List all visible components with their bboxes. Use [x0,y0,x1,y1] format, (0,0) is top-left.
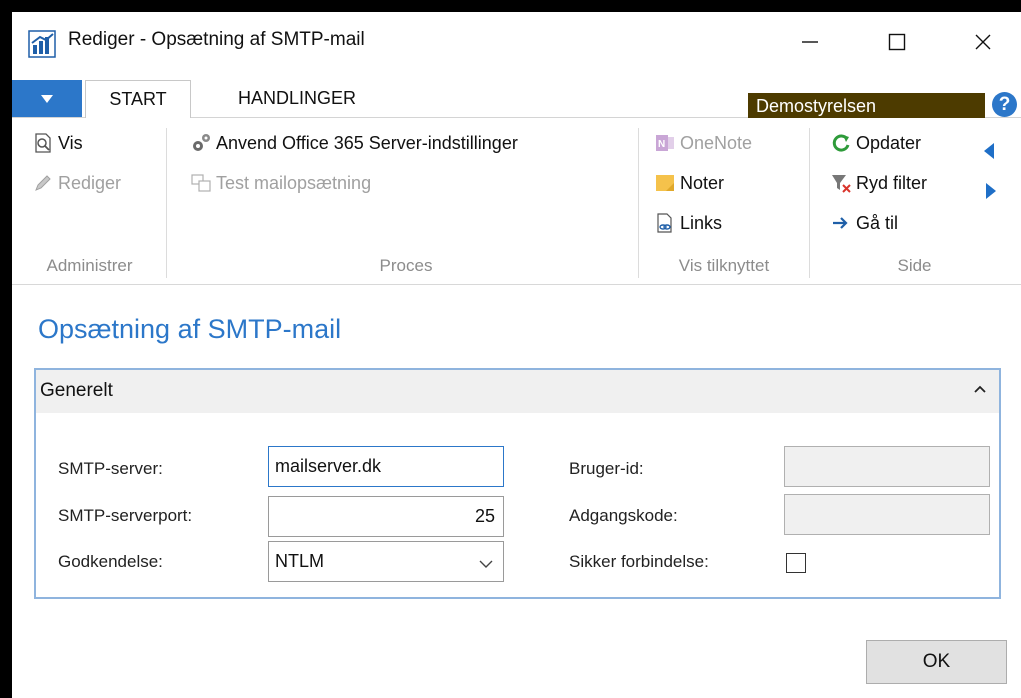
refresh-icon [830,132,852,154]
password-label: Adgangskode: [569,506,678,525]
group-label-proces: Proces [379,256,433,275]
view-icon [32,132,54,154]
rediger-label: Rediger [58,172,122,193]
close-icon [975,34,991,50]
close-button[interactable] [967,26,999,58]
maximize-icon [888,33,906,51]
smtp-port-input[interactable] [268,496,504,537]
pencil-icon [32,172,54,194]
ribbon-tab-strip: START HANDLINGER Demostyrelsen ? [12,71,1021,121]
ryd-filter-label: Ryd filter [856,172,928,193]
svg-text:N: N [658,139,665,150]
opdater-label: Opdater [856,132,922,153]
maximize-button[interactable] [881,26,913,58]
test-mail-label: Test mailopsætning [216,172,372,193]
group-divider [638,128,639,278]
link-icon [654,212,676,234]
authentication-select[interactable]: NTLM [268,541,504,582]
test-mail-button[interactable]: Test mailopsætning [190,172,371,194]
vis-label: Vis [58,132,83,153]
previous-icon[interactable] [982,142,996,165]
secure-connection-checkbox[interactable] [786,553,806,573]
onenote-icon: N [654,132,676,154]
smtp-server-label: SMTP-server: [58,459,163,478]
chevron-up-icon[interactable] [973,382,987,401]
page-title: Opsætning af SMTP-mail [38,314,342,344]
fasttab-header[interactable]: Generelt [36,370,999,413]
gaa-til-button[interactable]: Gå til [830,212,898,234]
group-label-vis-tilknyttet: Vis tilknyttet [678,256,770,275]
noter-button[interactable]: Noter [654,172,724,194]
group-divider [166,128,167,278]
next-icon[interactable] [984,182,998,205]
app-icon [28,30,56,58]
test-mail-icon [190,172,212,194]
ryd-filter-button[interactable]: Ryd filter [830,172,927,194]
secure-connection-label: Sikker forbindelse: [569,552,709,571]
authentication-label: Godkendelse: [58,552,163,571]
anvend-office365-label: Anvend Office 365 Server-indstillinger [216,132,518,153]
vis-button[interactable]: Vis [32,132,83,154]
ribbon: Vis Rediger Administrer Anvend Office 36… [12,118,1021,285]
links-button[interactable]: Links [654,212,722,234]
password-field[interactable] [784,494,990,535]
dialog-window: Rediger - Opsætning af SMTP-mail START H… [12,12,1021,698]
anvend-office365-button[interactable]: Anvend Office 365 Server-indstillinger [190,132,518,154]
help-icon[interactable]: ? [992,92,1017,117]
application-menu-button[interactable] [12,80,82,117]
rediger-button[interactable]: Rediger [32,172,121,194]
onenote-button[interactable]: N OneNote [654,132,752,154]
arrow-right-icon [830,212,852,234]
window-title: Rediger - Opsætning af SMTP-mail [68,29,365,50]
smtp-port-label: SMTP-serverport: [58,506,193,525]
minimize-button[interactable] [794,26,826,58]
user-id-label: Bruger-id: [569,459,644,478]
chevron-down-icon [479,555,493,576]
links-label: Links [680,212,723,233]
clear-filter-icon [830,172,852,194]
company-name: Demostyrelsen [748,93,985,121]
title-bar: Rediger - Opsætning af SMTP-mail [12,12,1021,71]
ok-button[interactable]: OK [866,640,1007,684]
group-divider [809,128,810,278]
opdater-button[interactable]: Opdater [830,132,921,154]
user-id-field[interactable] [784,446,990,487]
tab-handlinger[interactable]: HANDLINGER [202,80,392,117]
group-label-administrer: Administrer [46,256,133,275]
onenote-label: OneNote [680,132,753,153]
caret-down-icon [41,94,53,103]
noter-label: Noter [680,172,725,193]
fasttab-title: Generelt [40,380,113,401]
minimize-icon [802,41,818,43]
gears-icon [190,132,212,154]
authentication-value: NTLM [275,551,324,571]
tab-start[interactable]: START [85,80,191,118]
gaa-til-label: Gå til [856,212,899,233]
note-icon [654,172,676,194]
group-label-side: Side [897,256,932,275]
fasttab-generelt: Generelt SMTP-server: SMTP-serverport: G… [34,368,1001,599]
smtp-server-input[interactable] [268,446,504,487]
